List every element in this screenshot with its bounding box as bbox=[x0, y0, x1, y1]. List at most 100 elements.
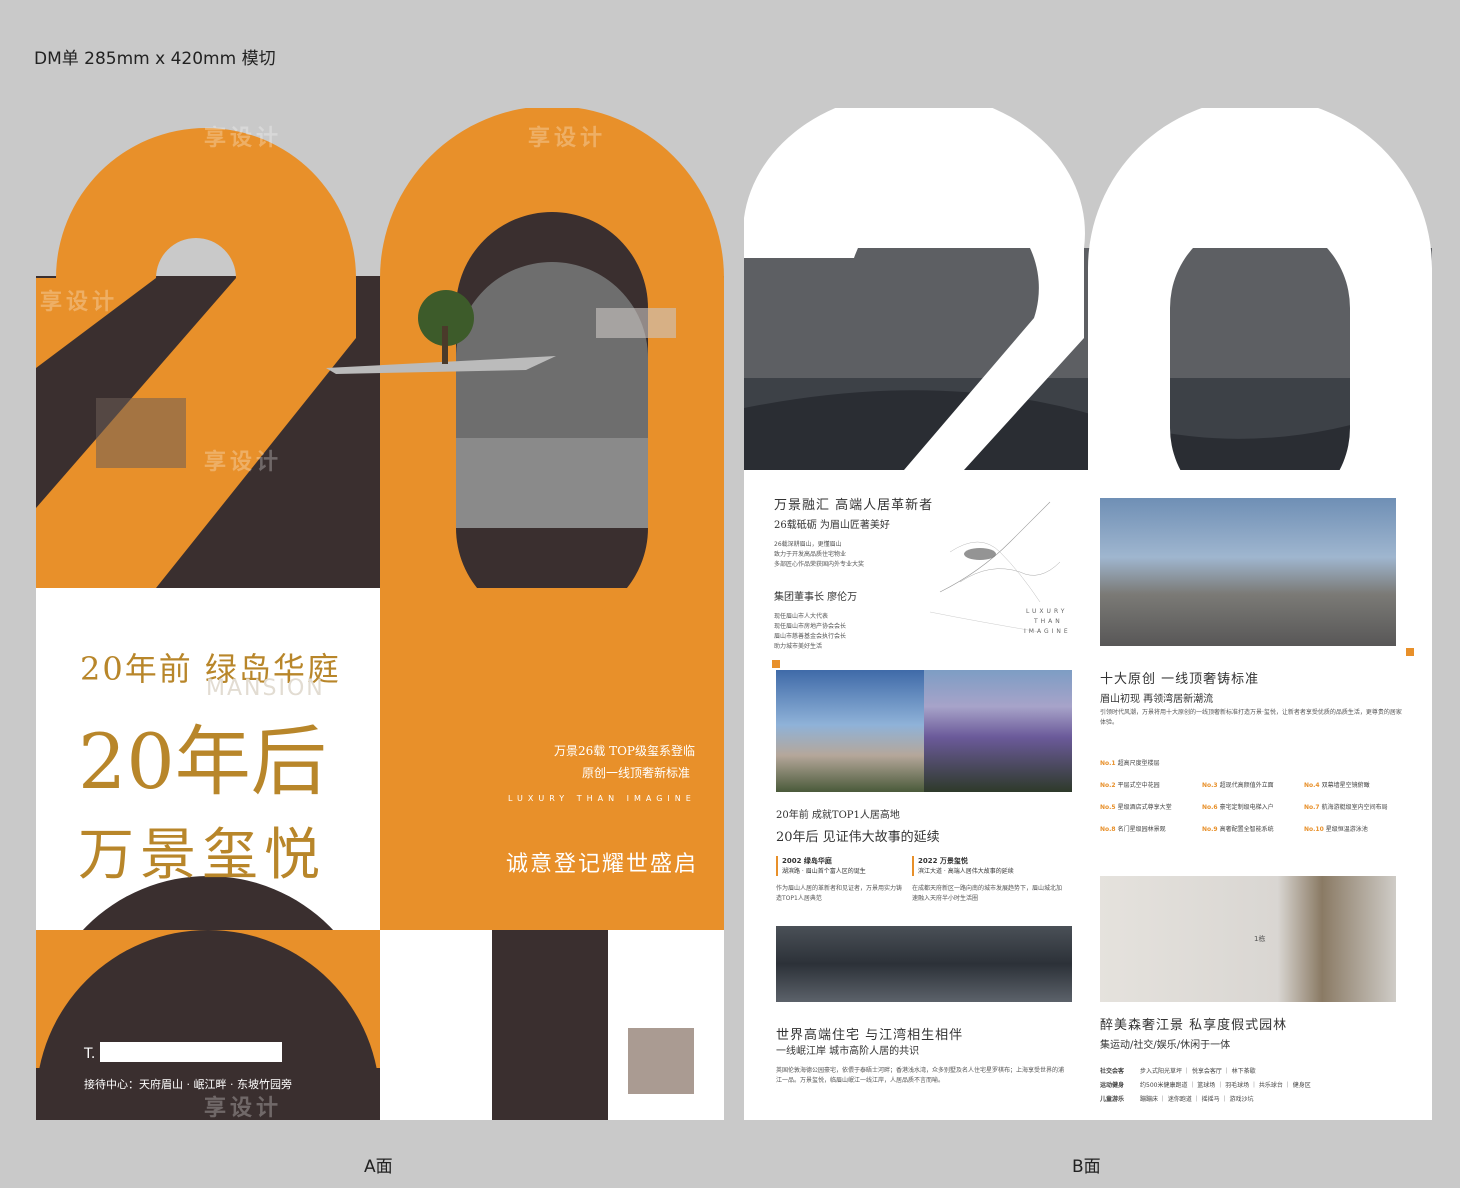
feature-no: No.3 bbox=[1202, 782, 1218, 789]
feature-text: 双幕墙星空镜俯瞰 bbox=[1321, 782, 1370, 789]
b-garden-photo bbox=[924, 670, 1072, 792]
b-s1-p1: 26载深耕眉山，更懂眉山 bbox=[774, 541, 842, 548]
feature-no: No.7 bbox=[1304, 804, 1320, 811]
b-s3-y1b: 湖滨路 · 眉山首个富人区的诞生 bbox=[782, 868, 866, 875]
amenity-label: 运动健身 bbox=[1100, 1082, 1125, 1089]
feature-item: No.6 豪宅定制级电梯入户 bbox=[1202, 802, 1302, 811]
watermark-3: 享设计 bbox=[860, 126, 939, 151]
amenity-label: 社交会客 bbox=[1100, 1068, 1125, 1075]
b-s4-sub: 一线岷江岸 城市高阶人居的共识 bbox=[776, 1046, 920, 1057]
amenity-row: 运动健身 约500米健康跑道 ｜ 篮球场 ｜ 羽毛球场 ｜ 共乐球台 ｜ 健身区 bbox=[1100, 1080, 1410, 1089]
b-s1-title: 万景融汇 高端人居革新者 bbox=[774, 498, 934, 513]
b-s1-r4: 助力城市美好生活 bbox=[774, 643, 823, 650]
amenity-items: 蹦蹦床 ｜ 迷你跑道 ｜ 摇摇马 ｜ 游戏沙坑 bbox=[1140, 1096, 1254, 1103]
b-orange-mark-1 bbox=[1406, 648, 1414, 656]
b-s1-r1: 现任眉山市人大代表 bbox=[774, 613, 829, 620]
feature-item: No.10 星级恒温游泳池 bbox=[1304, 824, 1404, 833]
b-s3-y2b: 滨江大道 · 高端人居伟大故事的延续 bbox=[918, 868, 1014, 875]
qr-code[interactable] bbox=[628, 1028, 694, 1094]
a-slogan: 诚意登记耀世盛启 bbox=[506, 852, 699, 877]
a-tagline1: 万景26载 TOP级玺系登临 bbox=[554, 744, 696, 758]
b-s4-title: 世界高端住宅 与江湾相生相伴 bbox=[776, 1028, 964, 1043]
b-gate-photo bbox=[776, 670, 924, 792]
b-lobby-photo bbox=[1100, 876, 1396, 1002]
a-mansion: MANSION bbox=[206, 676, 325, 701]
label-side-b: B面 bbox=[1072, 1157, 1101, 1177]
b-year1-bar bbox=[776, 856, 778, 876]
amenity-items: 步入式阳光草坪 ｜ 悦享会客厅 ｜ 林下茶歇 bbox=[1140, 1068, 1256, 1075]
b-luxury-3: IMAGINE bbox=[1024, 628, 1071, 635]
feature-item: No.1 超高尺度型楼层 bbox=[1100, 758, 1200, 767]
amenity-row: 儿童游乐 蹦蹦床 ｜ 迷你跑道 ｜ 摇摇马 ｜ 游戏沙坑 bbox=[1100, 1094, 1410, 1103]
watermark-7: 享设计 bbox=[204, 1096, 283, 1121]
label-side-a: A面 bbox=[364, 1157, 393, 1177]
b-s3-p1: 作为眉山人居的革新者和见证者，万景用实力铸造TOP1人居典范 bbox=[776, 885, 903, 902]
b-s1-p3: 多部匠心作品荣获国内外专业大奖 bbox=[774, 561, 865, 568]
feature-text: 星级恒温游泳池 bbox=[1325, 826, 1368, 833]
feature-item: No.4 双幕墙星空镜俯瞰 bbox=[1304, 780, 1404, 789]
feature-item: No.2 平层式空中花园 bbox=[1100, 780, 1200, 789]
page-header: DM单 285mm x 420mm 模切 bbox=[34, 49, 276, 69]
feature-text: 星级酒店式尊享大堂 bbox=[1117, 804, 1172, 811]
side-b-panel: 万景融汇 高端人居革新者 26载砥砺 为眉山匠著美好 26载深耕眉山，更懂眉山 … bbox=[744, 108, 1432, 1120]
feature-item: No.7 航海游艇级室内空间布局 bbox=[1304, 802, 1404, 811]
b-s2-desc: 引领时代风潮，万景将用十大原创的一线顶奢新标准打造万景·玺悦，让新者者享受优质的… bbox=[1100, 709, 1402, 726]
a-line3: 万景玺悦 bbox=[78, 823, 326, 888]
amenity-items: 约500米健康跑道 ｜ 篮球场 ｜ 羽毛球场 ｜ 共乐球台 ｜ 健身区 bbox=[1140, 1082, 1311, 1089]
amenity-label: 儿童游乐 bbox=[1100, 1096, 1125, 1103]
b-s1-r3: 眉山市慈善基金会执行会长 bbox=[774, 633, 847, 640]
watermark-5: 享设计 bbox=[40, 290, 119, 315]
b-s1-person: 集团董事长 廖伦万 bbox=[774, 592, 858, 603]
b-s5-title: 醉美森奢江景 私享度假式园林 bbox=[1100, 1018, 1288, 1033]
feature-no: No.1 bbox=[1100, 760, 1116, 767]
b-luxury-1: LUXURY bbox=[1026, 608, 1068, 615]
feature-text: 名门星级园林景观 bbox=[1117, 826, 1166, 833]
feature-no: No.2 bbox=[1100, 782, 1116, 789]
b-s3-y2: 2022 万景玺悦 bbox=[918, 857, 968, 865]
b-s1-p2: 致力于开发高品质住宅物业 bbox=[774, 551, 847, 558]
feature-text: 超高尺度型楼层 bbox=[1117, 760, 1160, 767]
feature-item: No.8 名门星级园林景观 bbox=[1100, 824, 1200, 833]
b-s2-title: 十大原创 一线顶奢铸标准 bbox=[1100, 672, 1260, 687]
feature-text: 豪宅定制级电梯入户 bbox=[1219, 804, 1274, 811]
watermark-2: 享设计 bbox=[528, 126, 607, 151]
feature-text: 高奢配置全智能系统 bbox=[1219, 826, 1274, 833]
a-phone-box bbox=[100, 1042, 282, 1062]
b-s2-sub: 眉山初现 再领湾居新潮流 bbox=[1100, 694, 1214, 705]
b-orange-mark-2 bbox=[772, 660, 780, 668]
b-lobby-sign: 1栋 bbox=[1254, 935, 1266, 943]
amenity-row: 社交会客 步入式阳光草坪 ｜ 悦享会客厅 ｜ 林下茶歇 bbox=[1100, 1066, 1410, 1075]
feature-text: 平层式空中花园 bbox=[1117, 782, 1160, 789]
b-s4-p: 英国伦敦海德公园豪宅，依偎于泰晤士河畔；香港浅水湾，众多别墅及名人住宅星罗棋布；… bbox=[776, 1067, 1065, 1084]
feature-no: No.4 bbox=[1304, 782, 1320, 789]
feature-no: No.8 bbox=[1100, 826, 1116, 833]
b-s1-sub: 26载砥砺 为眉山匠著美好 bbox=[774, 520, 890, 531]
a-tagline2: 原创一线顶奢新标准 bbox=[582, 766, 691, 780]
b-s3-p2: 在成都天府新区一路向南的城市发展趋势下，眉山城北加速融入天府半小时生活圈 bbox=[912, 885, 1063, 902]
feature-text: 航海游艇级室内空间布局 bbox=[1321, 804, 1388, 811]
b-s1-r2: 现任眉山市房地产协会会长 bbox=[774, 623, 847, 630]
feature-no: No.9 bbox=[1202, 826, 1218, 833]
a-tagline-en: LUXURY THAN IMAGINE bbox=[508, 794, 696, 803]
b-s3-y1: 2002 绿岛华庭 bbox=[782, 857, 832, 865]
feature-no: No.10 bbox=[1304, 826, 1324, 833]
feature-no: No.6 bbox=[1202, 804, 1218, 811]
a-phone-label: T. bbox=[84, 1046, 96, 1062]
a-line2: 20年后 bbox=[78, 717, 327, 806]
feature-item: No.3 超现代高颜值外立面 bbox=[1202, 780, 1302, 789]
b-year2-bar bbox=[912, 856, 914, 876]
watermark-4: 享设计 bbox=[1186, 126, 1265, 151]
side-a-panel: 20年前 绿岛华庭 MANSION 20年后 万景玺悦 万景26载 TOP级玺系… bbox=[36, 108, 724, 1120]
b-building-photo bbox=[1100, 498, 1396, 646]
watermark-6: 享设计 bbox=[204, 450, 283, 475]
watermark-1: 享设计 bbox=[204, 126, 283, 151]
b-aerial-photo bbox=[776, 926, 1072, 1002]
b-s3-t2: 20年后 见证伟大故事的延续 bbox=[776, 830, 940, 845]
feature-item: No.5 星级酒店式尊享大堂 bbox=[1100, 802, 1200, 811]
feature-no: No.5 bbox=[1100, 804, 1116, 811]
b-luxury-2: THAN bbox=[1034, 618, 1063, 625]
b-s5-sub: 集运动/社交/娱乐/休闲于一体 bbox=[1100, 1040, 1231, 1051]
b-s3-t1: 20年前 成就TOP1人居高地 bbox=[776, 810, 900, 821]
feature-text: 超现代高颜值外立面 bbox=[1219, 782, 1274, 789]
feature-item: No.9 高奢配置全智能系统 bbox=[1202, 824, 1302, 833]
